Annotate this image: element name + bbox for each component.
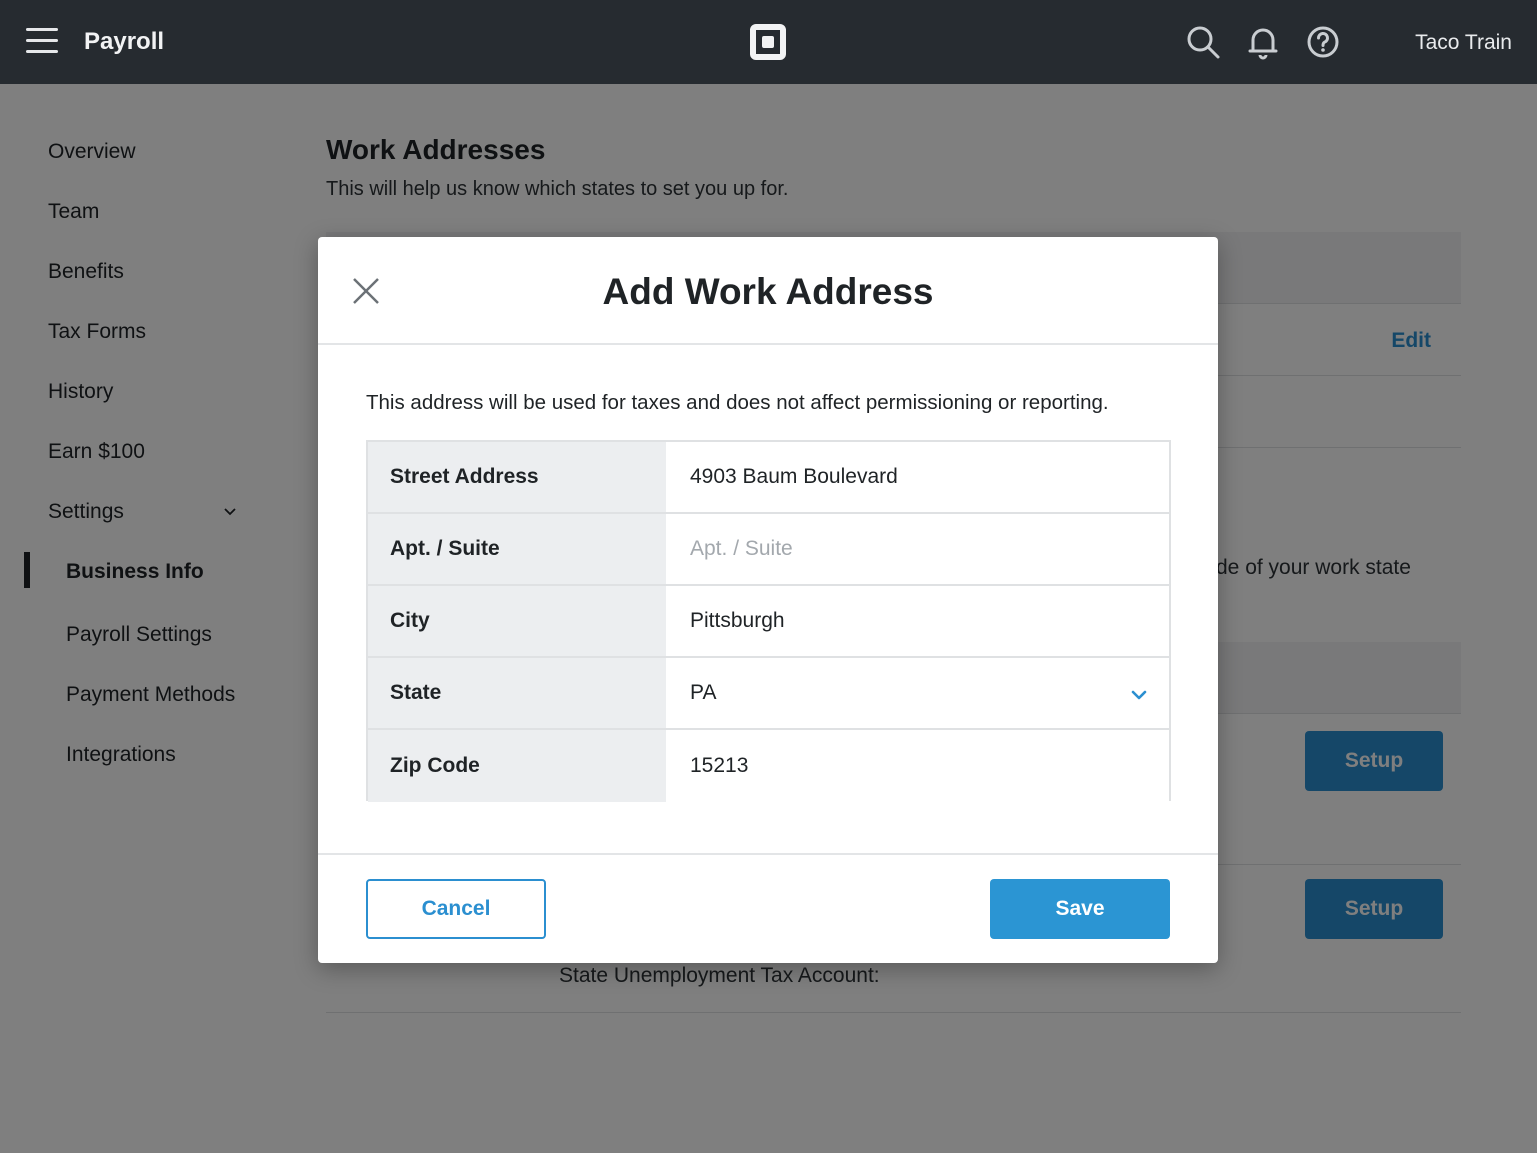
account-name[interactable]: Taco Train xyxy=(1415,31,1512,55)
address-form: Street Address Apt. / Suite City State P… xyxy=(366,440,1171,802)
help-icon[interactable] xyxy=(1305,24,1341,60)
add-work-address-dialog: Add Work Address This address will be us… xyxy=(318,237,1218,963)
apt-suite-row: Apt. / Suite xyxy=(368,514,1169,586)
dialog-header: Add Work Address xyxy=(318,237,1218,345)
state-select[interactable]: PA xyxy=(666,658,1169,728)
dialog-description: This address will be used for taxes and … xyxy=(366,391,1109,414)
street-address-input[interactable] xyxy=(666,442,1169,512)
apt-suite-label: Apt. / Suite xyxy=(368,514,666,584)
street-address-row: Street Address xyxy=(368,442,1169,514)
bell-icon[interactable] xyxy=(1245,24,1281,60)
zip-code-label: Zip Code xyxy=(368,730,666,802)
app-title: Payroll xyxy=(84,28,165,55)
zip-code-input[interactable] xyxy=(666,730,1169,802)
street-address-label: Street Address xyxy=(368,442,666,512)
state-row: State PA xyxy=(368,658,1169,730)
search-icon[interactable] xyxy=(1185,24,1221,60)
dialog-title: Add Work Address xyxy=(602,271,934,312)
state-label: State xyxy=(368,658,666,728)
city-input[interactable] xyxy=(666,586,1169,656)
state-selected-value: PA xyxy=(690,681,717,704)
city-row: City xyxy=(368,586,1169,658)
top-navigation-bar: Payroll Taco Train xyxy=(0,0,1537,84)
zip-code-row: Zip Code xyxy=(368,730,1169,802)
chevron-down-icon xyxy=(1131,690,1147,700)
cancel-button[interactable]: Cancel xyxy=(366,879,546,939)
apt-suite-input[interactable] xyxy=(666,514,1169,584)
menu-icon[interactable] xyxy=(26,28,58,56)
square-logo-icon[interactable] xyxy=(750,24,786,60)
dialog-footer-divider xyxy=(318,853,1218,855)
city-label: City xyxy=(368,586,666,656)
save-button[interactable]: Save xyxy=(990,879,1170,939)
